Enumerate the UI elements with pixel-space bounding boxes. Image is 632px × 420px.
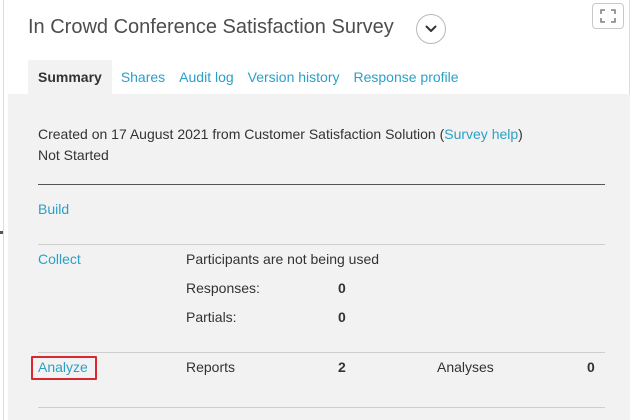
build-link[interactable]: Build	[38, 201, 69, 217]
partials-count: 0	[338, 309, 346, 325]
survey-menu-button[interactable]	[416, 14, 446, 44]
fullscreen-icon	[600, 9, 616, 23]
analyses-label: Analyses	[437, 359, 494, 375]
page-title: In Crowd Conference Satisfaction Survey	[28, 16, 394, 38]
divider	[38, 407, 605, 408]
analyses-count: 0	[587, 359, 595, 375]
created-info: Created on 17 August 2021 from Customer …	[38, 126, 523, 142]
created-text: Created on 17 August 2021 from Customer …	[38, 126, 445, 142]
created-suffix: )	[518, 126, 523, 142]
responses-count: 0	[338, 280, 346, 296]
survey-status: Not Started	[38, 147, 109, 163]
header: In Crowd Conference Satisfaction Survey	[28, 14, 629, 54]
tab-summary[interactable]: Summary	[28, 60, 112, 94]
divider	[38, 244, 605, 245]
tab-audit-log[interactable]: Audit log	[172, 69, 240, 94]
partials-label: Partials:	[186, 309, 237, 325]
responses-label: Responses:	[186, 280, 260, 296]
survey-window: In Crowd Conference Satisfaction Survey …	[3, 0, 630, 420]
expand-button[interactable]	[592, 3, 624, 29]
tab-bar: Summary Shares Audit log Version history…	[28, 60, 466, 94]
divider	[38, 184, 605, 185]
chevron-down-icon	[425, 25, 437, 32]
reports-label: Reports	[186, 359, 236, 375]
tab-shares[interactable]: Shares	[114, 69, 172, 94]
analyze-link[interactable]: Analyze	[38, 359, 88, 375]
edge-marker	[0, 231, 3, 234]
divider	[38, 352, 605, 353]
participants-text: Participants are not being used	[186, 251, 380, 267]
tab-response-profile[interactable]: Response profile	[346, 69, 465, 94]
collect-link[interactable]: Collect	[38, 251, 81, 267]
tab-version-history[interactable]: Version history	[241, 69, 347, 94]
reports-count: 2	[338, 359, 346, 375]
summary-panel: Created on 17 August 2021 from Customer …	[8, 94, 630, 420]
survey-help-link[interactable]: Survey help	[444, 126, 518, 142]
